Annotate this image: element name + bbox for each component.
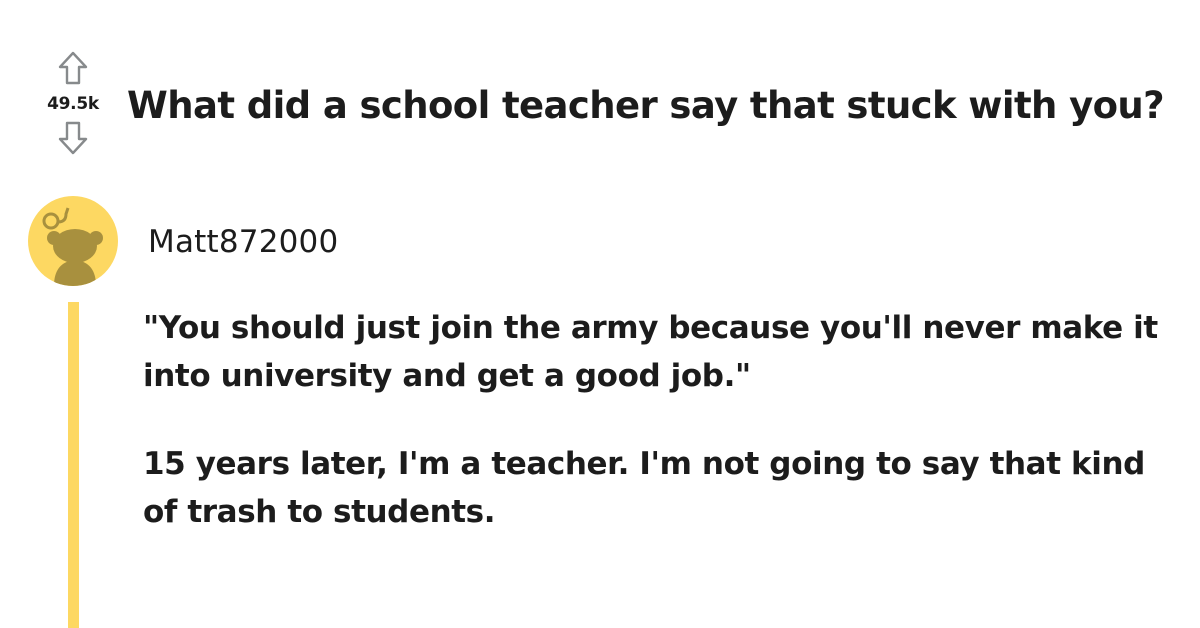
- arrow-down-outline-icon: [58, 121, 88, 155]
- thread-collapse-line[interactable]: [68, 302, 79, 628]
- vote-column: 49.5k: [38, 48, 108, 158]
- comment-paragraph: "You should just join the army because y…: [143, 310, 1158, 394]
- upvote-button[interactable]: [53, 48, 93, 88]
- post-title[interactable]: What did a school teacher say that stuck…: [127, 84, 1165, 127]
- downvote-button[interactable]: [53, 118, 93, 158]
- arrow-up-outline-icon: [58, 51, 88, 85]
- comment-username[interactable]: Matt872000: [148, 224, 338, 260]
- vote-count: 49.5k: [47, 94, 99, 114]
- comment-body: "You should just join the army because y…: [143, 304, 1163, 576]
- reddit-post-screenshot: 49.5k What did a school teacher say that…: [0, 0, 1200, 628]
- avatar[interactable]: [28, 196, 118, 286]
- snoo-avatar-icon: [42, 207, 103, 286]
- comment-paragraph: 15 years later, I'm a teacher. I'm not g…: [143, 446, 1145, 530]
